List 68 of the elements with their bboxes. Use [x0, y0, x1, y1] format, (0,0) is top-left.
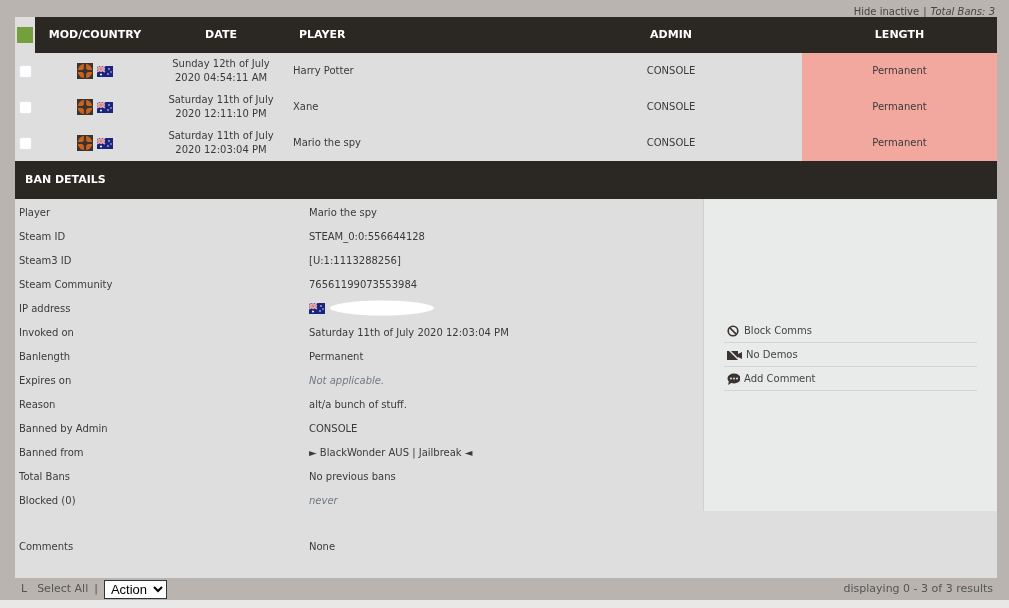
detail-value: ► BlackWonder AUS | Jailbreak ◄	[309, 445, 473, 460]
detail-label: Comments	[19, 540, 74, 552]
row-checkbox[interactable]	[18, 64, 32, 78]
row-checkbox[interactable]	[18, 136, 32, 150]
detail-label: Reason	[19, 398, 56, 410]
flag-icon	[309, 302, 325, 314]
block-icon	[727, 324, 740, 337]
detail-label: Steam ID	[19, 230, 66, 242]
detail-value: Permanent	[309, 349, 364, 364]
detail-label: Expires on	[19, 374, 72, 386]
date-cell-text: Sunday 12th of July 2020 04:54:11 AM	[172, 56, 270, 85]
game-emblem-icon	[77, 99, 93, 115]
detail-value: [U:1:1113288256]	[309, 253, 401, 268]
action-link[interactable]: No Demos	[746, 347, 798, 362]
admin-cell-text: CONSOLE	[646, 99, 696, 114]
separator: |	[94, 580, 98, 597]
player-cell[interactable]: Harry Potter	[293, 63, 354, 79]
detail-label: Banlength	[19, 350, 71, 362]
detail-label: Invoked on	[19, 326, 74, 338]
detail-label: Banned by Admin	[19, 422, 108, 434]
action-link[interactable]: Block Comms	[744, 323, 813, 338]
length-cell: Permanent	[802, 125, 997, 161]
total-bans-text: Total Bans: 3	[930, 7, 995, 17]
player-cell[interactable]: Xane	[293, 99, 319, 115]
select-all-toggle[interactable]	[17, 27, 33, 43]
detail-value: STEAM_0:0:556644128	[309, 229, 425, 244]
detail-value: None	[309, 539, 336, 554]
admin-cell-text: CONSOLE	[646, 63, 696, 78]
comment-icon	[727, 372, 740, 385]
detail-value: Saturday 11th of July 2020 12:03:04 PM	[309, 325, 509, 340]
detail-label: Blocked (0)	[19, 494, 76, 506]
detail-value: never	[309, 493, 338, 508]
date-cell-text: Saturday 11th of July 2020 12:03:04 PM	[168, 128, 274, 157]
column-header[interactable]: ADMIN	[650, 26, 692, 44]
select-all-link[interactable]: Select All	[37, 580, 89, 598]
detail-label: Banned from	[19, 446, 84, 458]
detail-value: Mario the spy	[309, 205, 377, 220]
detail-label: IP address	[19, 302, 71, 314]
length-cell: Permanent	[802, 53, 997, 89]
detail-label: Player	[19, 206, 51, 218]
action-dropdown[interactable]: Action	[103, 579, 167, 599]
game-emblem-icon	[77, 63, 93, 79]
game-emblem-icon	[77, 135, 93, 151]
detail-label: Total Bans	[19, 470, 71, 482]
row-checkbox[interactable]	[18, 100, 32, 114]
results-text: displaying 0 - 3 of 3 results	[843, 580, 993, 597]
detail-value: CONSOLE	[309, 421, 358, 436]
column-header[interactable]: LENGTH	[874, 26, 925, 44]
separator: |	[923, 7, 927, 17]
detail-value: No previous bans	[309, 469, 396, 484]
detail-label: Steam3 ID	[19, 254, 72, 266]
flag-icon	[97, 137, 113, 149]
flag-icon	[97, 101, 113, 113]
action-link[interactable]: Add Comment	[744, 371, 816, 386]
detail-value: alt/a bunch of stuff.	[309, 397, 407, 412]
video-off-icon	[727, 348, 742, 361]
detail-value: 76561199073553984	[309, 277, 418, 292]
column-header[interactable]: DATE	[205, 26, 237, 44]
column-header[interactable]: PLAYER	[299, 26, 346, 44]
detail-value: Not applicable.	[309, 373, 385, 388]
section-title: BAN DETAILS	[15, 161, 997, 199]
detail-label: Steam Community	[19, 278, 113, 290]
date-cell-text: Saturday 11th of July 2020 12:11:10 PM	[168, 92, 274, 121]
length-cell: Permanent	[802, 89, 997, 125]
corner-mark: L	[21, 580, 28, 597]
player-cell[interactable]: Mario the spy	[293, 135, 361, 151]
admin-cell-text: CONSOLE	[646, 135, 696, 150]
flag-icon	[97, 65, 113, 77]
